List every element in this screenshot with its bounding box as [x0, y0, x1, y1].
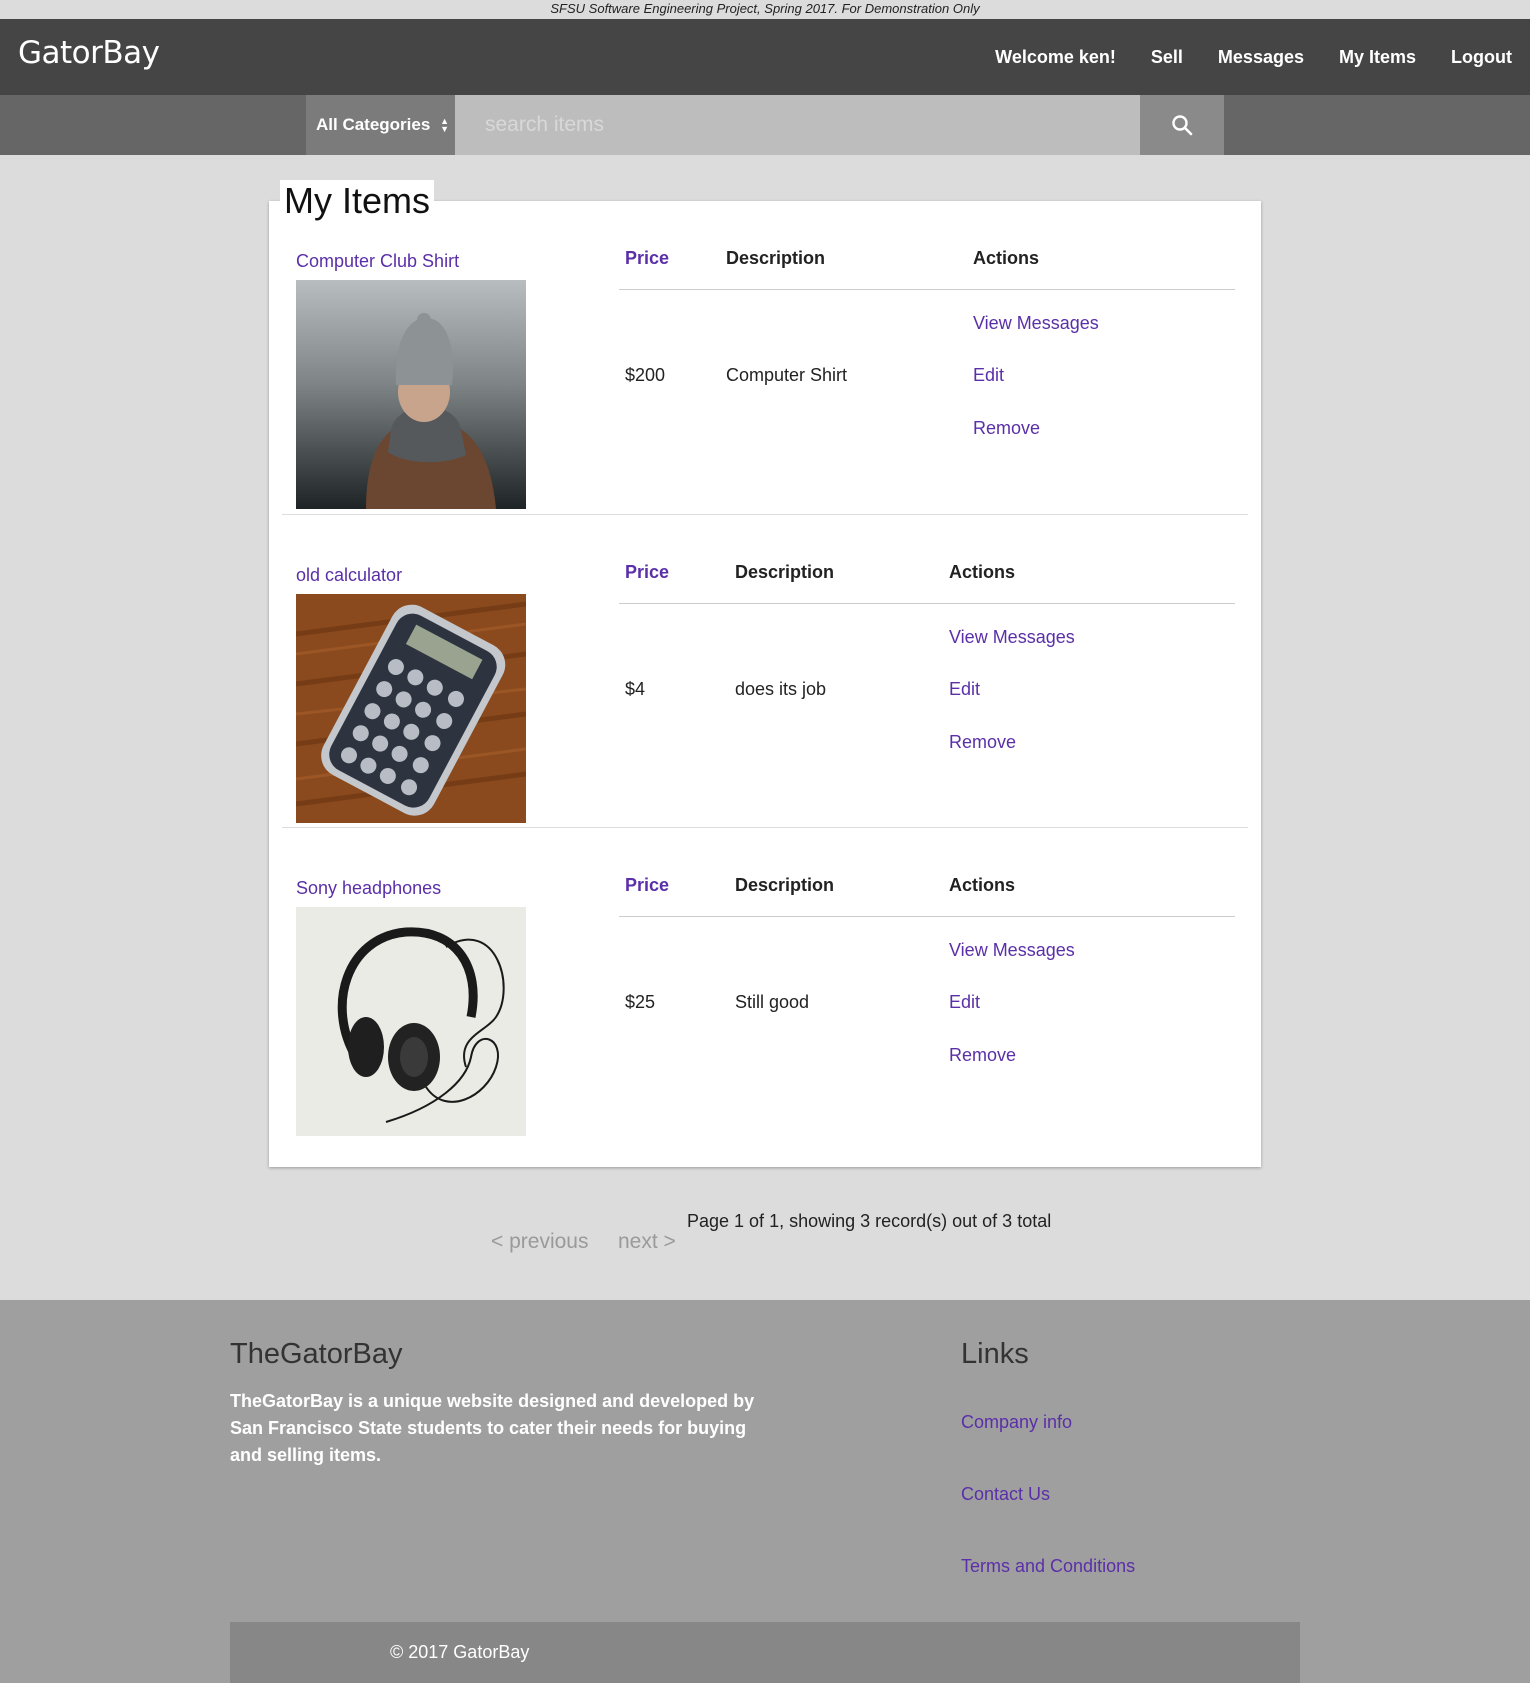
footer-description: TheGatorBay is a unique website designed…	[230, 1391, 755, 1465]
description-header: Description	[726, 248, 826, 268]
contact-us-link[interactable]: Contact Us	[961, 1484, 1050, 1505]
item-image[interactable]	[296, 280, 526, 509]
search-icon	[1172, 115, 1193, 136]
pagination-info: Page 1 of 1, showing 3 record(s) out of …	[687, 1211, 1052, 1231]
item-price: $200	[625, 365, 666, 385]
search-button[interactable]	[1140, 95, 1224, 155]
previous-page-link[interactable]: < previous	[491, 1230, 588, 1254]
calculator-photo	[296, 594, 526, 823]
headphones-photo	[296, 907, 526, 1136]
nav-welcome[interactable]: Welcome ken!	[995, 47, 1116, 68]
item-image[interactable]	[296, 594, 526, 823]
remove-link[interactable]: Remove	[949, 732, 1016, 753]
edit-link[interactable]: Edit	[949, 679, 980, 700]
search-input[interactable]	[455, 95, 1140, 155]
nav-logout[interactable]: Logout	[1451, 47, 1512, 68]
copyright-text: © 2017 GatorBay	[390, 1642, 530, 1662]
footer-links-title: Links	[961, 1338, 1029, 1370]
item-description: Still good	[735, 992, 810, 1012]
item-description: Computer Shirt	[726, 365, 848, 385]
header-divider	[619, 289, 1235, 290]
item-row: old calculator Price Description Actions…	[282, 514, 1248, 827]
category-select-label: All Categories	[316, 115, 431, 134]
footer: TheGatorBay TheGatorBay is a unique webs…	[0, 1300, 1530, 1683]
view-messages-link[interactable]: View Messages	[949, 940, 1075, 961]
page-title: My Items	[280, 180, 435, 222]
item-title-link[interactable]: old calculator	[296, 565, 402, 586]
item-row: Computer Club Shirt Price Description Ac…	[282, 201, 1248, 514]
item-title-link[interactable]: Computer Club Shirt	[296, 251, 459, 272]
company-info-link[interactable]: Company info	[961, 1412, 1072, 1433]
description-header: Description	[735, 875, 835, 895]
next-page-link[interactable]: next >	[618, 1230, 676, 1254]
view-messages-link[interactable]: View Messages	[949, 627, 1075, 648]
actions-header: Actions	[949, 562, 1016, 582]
price-header: Price	[625, 562, 670, 582]
footer-title: TheGatorBay	[230, 1338, 403, 1370]
item-description: does its job	[735, 679, 827, 699]
item-price: $4	[625, 679, 646, 699]
sort-arrows-icon: ▲ ▼	[440, 116, 449, 134]
item-row: Sony headphones Price Description Action…	[282, 827, 1248, 1140]
nav-sell[interactable]: Sell	[1151, 47, 1183, 68]
header-divider	[619, 603, 1235, 604]
nav-links: Welcome ken! Sell Messages My Items Logo…	[960, 19, 1512, 95]
actions-header: Actions	[949, 875, 1016, 895]
nav-my-items[interactable]: My Items	[1339, 47, 1416, 68]
demo-banner: SFSU Software Engineering Project, Sprin…	[0, 0, 1530, 19]
my-items-card: Computer Club Shirt Price Description Ac…	[269, 201, 1261, 1167]
terms-link[interactable]: Terms and Conditions	[961, 1556, 1135, 1577]
price-header: Price	[625, 875, 670, 895]
price-header: Price	[625, 248, 670, 268]
item-price: $25	[625, 992, 656, 1012]
item-image[interactable]	[296, 907, 526, 1136]
copyright-bar: © 2017 GatorBay	[230, 1622, 1300, 1683]
header-divider	[619, 916, 1235, 917]
search-bar: All Categories ▲ ▼	[0, 95, 1530, 155]
item-title-link[interactable]: Sony headphones	[296, 878, 441, 899]
remove-link[interactable]: Remove	[973, 418, 1040, 439]
navbar: GatorBay Welcome ken! Sell Messages My I…	[0, 19, 1530, 95]
view-messages-link[interactable]: View Messages	[973, 313, 1099, 334]
actions-header: Actions	[973, 248, 1040, 268]
description-header: Description	[735, 562, 835, 582]
nav-messages[interactable]: Messages	[1218, 47, 1304, 68]
person-photo	[296, 280, 526, 509]
brand-logo[interactable]: GatorBay	[18, 35, 160, 71]
edit-link[interactable]: Edit	[973, 365, 1004, 386]
remove-link[interactable]: Remove	[949, 1045, 1016, 1066]
category-select[interactable]: All Categories ▲ ▼	[306, 95, 455, 155]
edit-link[interactable]: Edit	[949, 992, 980, 1013]
